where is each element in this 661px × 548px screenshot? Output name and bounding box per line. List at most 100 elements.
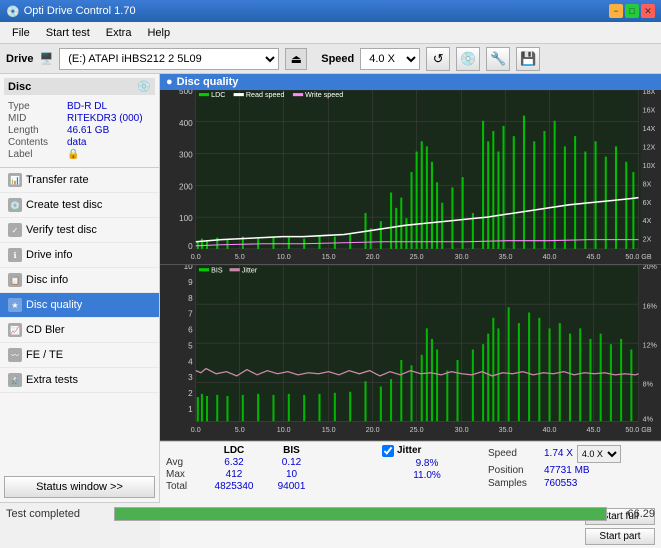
svg-text:45.0: 45.0 — [587, 253, 601, 261]
svg-text:BIS: BIS — [211, 266, 223, 275]
content-area: ● Disc quality — [160, 74, 661, 502]
disc-section: Disc 💿 Type BD-R DL MID RITEKDR3 (000) L… — [0, 74, 159, 168]
svg-text:5: 5 — [188, 341, 193, 351]
close-button[interactable]: ✕ — [641, 4, 655, 18]
sidebar-item-fe-te[interactable]: 〰 FE / TE — [0, 343, 159, 368]
stats-row-avg: Avg 6.32 0.12 — [166, 457, 366, 468]
status-window-button[interactable]: Status window >> — [4, 476, 155, 498]
svg-text:Read speed: Read speed — [246, 91, 285, 99]
charts-area: 500 400 300 200 100 0 18X 16X 14X 12X 10… — [160, 90, 661, 441]
jitter-max: 11.0% — [382, 470, 472, 481]
sidebar-item-label: CD Bler — [26, 324, 65, 336]
svg-text:10X: 10X — [643, 162, 656, 170]
create-test-disc-icon: 💿 — [8, 198, 22, 212]
speed-select-inline[interactable]: 4.0 X — [577, 445, 621, 463]
title-bar: 💿 Opti Drive Control 1.70 − □ ✕ — [0, 0, 661, 22]
svg-text:10.0: 10.0 — [277, 253, 291, 261]
speed-position: Speed 1.74 X 4.0 X Position 47731 MB Sam… — [488, 445, 621, 489]
svg-text:Jitter: Jitter — [242, 266, 258, 275]
progress-bar-fill — [115, 508, 606, 520]
extra-tests-icon: 🔬 — [8, 373, 22, 387]
sidebar-item-create-test-disc[interactable]: 💿 Create test disc — [0, 193, 159, 218]
svg-text:50.0 GB: 50.0 GB — [625, 253, 651, 261]
svg-text:20.0: 20.0 — [366, 253, 380, 261]
svg-text:4: 4 — [188, 356, 193, 366]
sidebar-item-label: Disc quality — [26, 299, 82, 311]
svg-text:3: 3 — [188, 372, 193, 382]
eject-button[interactable]: ⏏ — [285, 48, 307, 70]
menu-file[interactable]: File — [4, 25, 38, 41]
jitter-checkbox[interactable] — [382, 445, 394, 457]
speed-select[interactable]: 4.0 X 1.0 X 2.0 X 6.0 X 8.0 X — [360, 48, 420, 70]
svg-text:10: 10 — [184, 265, 193, 271]
avg-ldc: 6.32 — [204, 457, 264, 468]
settings-button[interactable]: 🔧 — [486, 47, 510, 71]
start-part-button[interactable]: Start part — [585, 528, 655, 545]
save-button[interactable]: 💾 — [516, 47, 540, 71]
disc-properties: Type BD-R DL MID RITEKDR3 (000) Length 4… — [4, 99, 155, 163]
title-bar-controls: − □ ✕ — [609, 4, 655, 18]
menu-help[interactable]: Help — [139, 25, 178, 41]
sidebar-item-extra-tests[interactable]: 🔬 Extra tests — [0, 368, 159, 393]
svg-text:30.0: 30.0 — [455, 253, 469, 261]
svg-text:8X: 8X — [643, 180, 652, 188]
svg-text:35.0: 35.0 — [499, 425, 513, 434]
chart-header-icon: ● — [166, 76, 173, 88]
sidebar-item-disc-info[interactable]: 📋 Disc info — [0, 268, 159, 293]
menu-start-test[interactable]: Start test — [38, 25, 98, 41]
main-area: Disc 💿 Type BD-R DL MID RITEKDR3 (000) L… — [0, 74, 661, 502]
svg-text:35.0: 35.0 — [499, 253, 513, 261]
svg-text:4%: 4% — [643, 414, 654, 423]
svg-text:100: 100 — [179, 214, 193, 223]
disc-button[interactable]: 💿 — [456, 47, 480, 71]
maximize-button[interactable]: □ — [625, 4, 639, 18]
progress-value: 66.29 — [615, 508, 655, 520]
svg-text:8: 8 — [188, 293, 193, 303]
svg-text:20%: 20% — [643, 265, 658, 271]
svg-text:2: 2 — [188, 388, 193, 398]
svg-text:7: 7 — [188, 309, 193, 319]
svg-text:50.0 GB: 50.0 GB — [625, 425, 651, 434]
sidebar-item-label: Extra tests — [26, 374, 78, 386]
svg-text:4X: 4X — [643, 217, 652, 225]
svg-text:6: 6 — [188, 325, 193, 335]
svg-text:LDC: LDC — [211, 91, 225, 99]
title-bar-left: 💿 Opti Drive Control 1.70 — [6, 5, 136, 18]
verify-test-disc-icon: ✓ — [8, 223, 22, 237]
sidebar-item-disc-quality[interactable]: ★ Disc quality — [0, 293, 159, 318]
position-value: 47731 MB — [544, 465, 590, 476]
speed-label: Speed — [321, 53, 354, 65]
svg-text:300: 300 — [179, 151, 193, 160]
drive-select[interactable]: (E:) ATAPI iHBS212 2 5L09 — [59, 48, 279, 70]
svg-text:25.0: 25.0 — [410, 253, 424, 261]
svg-text:16%: 16% — [643, 301, 658, 310]
svg-text:30.0: 30.0 — [455, 425, 469, 434]
sidebar-item-label: FE / TE — [26, 349, 63, 361]
refresh-button[interactable]: ↺ — [426, 47, 450, 71]
svg-text:500: 500 — [179, 90, 193, 96]
sidebar-item-drive-info[interactable]: ℹ Drive info — [0, 243, 159, 268]
drive-info-icon: ℹ — [8, 248, 22, 262]
drive-icon: 🖥️ — [40, 52, 54, 65]
svg-text:45.0: 45.0 — [587, 425, 601, 434]
disc-section-title: Disc — [8, 81, 31, 93]
svg-text:6X: 6X — [643, 199, 652, 207]
svg-text:16X: 16X — [643, 107, 656, 115]
total-ldc: 4825340 — [204, 481, 264, 492]
jitter-avg: 9.8% — [382, 458, 472, 469]
sidebar: Disc 💿 Type BD-R DL MID RITEKDR3 (000) L… — [0, 74, 160, 502]
sidebar-item-transfer-rate[interactable]: 📊 Transfer rate — [0, 168, 159, 193]
sidebar-item-cd-bler[interactable]: 📈 CD Bler — [0, 318, 159, 343]
svg-text:2X: 2X — [643, 236, 652, 244]
sidebar-item-verify-test-disc[interactable]: ✓ Verify test disc — [0, 218, 159, 243]
sidebar-item-label: Create test disc — [26, 199, 102, 211]
svg-text:5.0: 5.0 — [235, 253, 245, 261]
drive-label: Drive — [6, 53, 34, 65]
svg-text:12%: 12% — [643, 341, 658, 350]
menu-extra[interactable]: Extra — [98, 25, 140, 41]
svg-text:14X: 14X — [643, 125, 656, 133]
minimize-button[interactable]: − — [609, 4, 623, 18]
sidebar-item-label: Drive info — [26, 249, 72, 261]
fe-te-icon: 〰 — [8, 348, 22, 362]
jitter-stats: Jitter 9.8% 11.0% — [382, 445, 472, 482]
